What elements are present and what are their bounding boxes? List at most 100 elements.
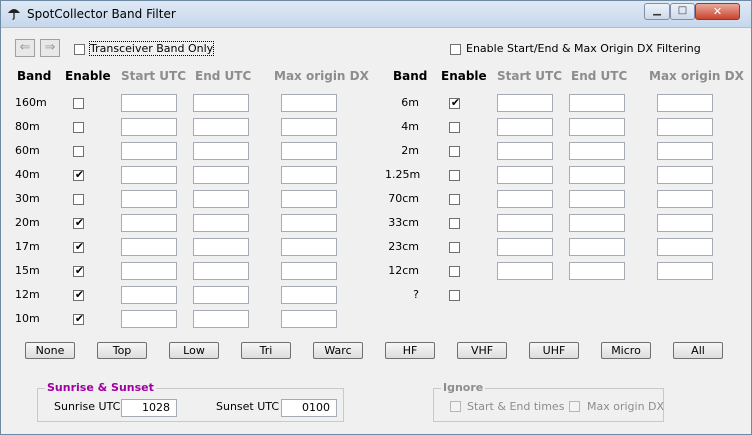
preset-button-micro[interactable]: Micro <box>601 342 651 359</box>
preset-button-all[interactable]: All <box>673 342 723 359</box>
band-enable-checkbox[interactable] <box>449 242 460 253</box>
ignore-start-end-checkbox[interactable] <box>450 401 461 412</box>
band-enable-checkbox[interactable] <box>449 266 460 277</box>
end-utc-input[interactable] <box>193 214 249 232</box>
band-enable-checkbox[interactable]: ✔ <box>73 168 84 181</box>
back-button[interactable]: ⇐ <box>15 39 35 57</box>
band-label: 4m <box>401 120 419 133</box>
start-utc-input[interactable] <box>497 142 553 160</box>
preset-button-hf[interactable]: HF <box>385 342 435 359</box>
max-origin-dx-input[interactable] <box>281 214 337 232</box>
transceiver-band-only-label[interactable]: Transceiver Band Only <box>88 41 215 56</box>
max-origin-dx-input[interactable] <box>281 190 337 208</box>
band-enable-checkbox[interactable] <box>449 218 460 229</box>
band-enable-checkbox[interactable] <box>449 194 460 205</box>
max-origin-dx-input[interactable] <box>657 94 713 112</box>
close-button[interactable]: ✕ <box>695 3 740 20</box>
band-enable-checkbox[interactable] <box>449 290 460 301</box>
end-utc-input[interactable] <box>569 262 625 280</box>
band-enable-checkbox[interactable] <box>73 194 84 205</box>
sunset-label: Sunset UTC <box>216 400 280 413</box>
band-enable-checkbox[interactable] <box>73 98 84 109</box>
band-enable-checkbox[interactable]: ✔ <box>73 288 84 301</box>
end-utc-input[interactable] <box>569 238 625 256</box>
start-utc-input[interactable] <box>497 214 553 232</box>
max-origin-dx-input[interactable] <box>657 262 713 280</box>
max-origin-dx-input[interactable] <box>281 166 337 184</box>
preset-button-low[interactable]: Low <box>169 342 219 359</box>
band-enable-checkbox[interactable] <box>449 170 460 181</box>
max-origin-dx-input[interactable] <box>281 286 337 304</box>
start-utc-input[interactable] <box>497 166 553 184</box>
end-utc-input[interactable] <box>569 118 625 136</box>
max-origin-dx-input[interactable] <box>657 142 713 160</box>
start-utc-input[interactable] <box>121 190 177 208</box>
minimize-button[interactable]: ▁ <box>644 3 670 20</box>
preset-button-vhf[interactable]: VHF <box>457 342 507 359</box>
enable-filtering-label[interactable]: Enable Start/End & Max Origin DX Filteri… <box>466 42 701 55</box>
band-enable-checkbox[interactable]: ✔ <box>73 264 84 277</box>
end-utc-input[interactable] <box>193 142 249 160</box>
band-enable-checkbox[interactable] <box>73 122 84 133</box>
ignore-max-origin-checkbox[interactable] <box>569 401 580 412</box>
forward-button[interactable]: ⇒ <box>40 39 60 57</box>
start-utc-input[interactable] <box>121 94 177 112</box>
end-utc-input[interactable] <box>193 166 249 184</box>
start-utc-input[interactable] <box>121 262 177 280</box>
end-utc-input[interactable] <box>569 166 625 184</box>
start-utc-input[interactable] <box>497 262 553 280</box>
band-enable-checkbox[interactable] <box>73 146 84 157</box>
preset-button-warc[interactable]: Warc <box>313 342 363 359</box>
band-enable-checkbox[interactable] <box>449 146 460 157</box>
maximize-icon: □ <box>677 5 688 16</box>
max-origin-dx-input[interactable] <box>281 118 337 136</box>
title-bar[interactable]: SpotCollector Band Filter ▁ □ ✕ <box>1 1 751 28</box>
start-utc-input[interactable] <box>121 286 177 304</box>
transceiver-band-only-checkbox[interactable] <box>74 44 85 55</box>
band-enable-checkbox[interactable] <box>449 122 460 133</box>
band-enable-checkbox[interactable]: ✔ <box>73 312 84 325</box>
start-utc-input[interactable] <box>121 118 177 136</box>
start-utc-input[interactable] <box>121 142 177 160</box>
end-utc-input[interactable] <box>569 94 625 112</box>
preset-button-uhf[interactable]: UHF <box>529 342 579 359</box>
end-utc-input[interactable] <box>569 190 625 208</box>
end-utc-input[interactable] <box>193 262 249 280</box>
sunset-utc-input[interactable]: 0100 <box>281 399 337 417</box>
start-utc-input[interactable] <box>121 214 177 232</box>
max-origin-dx-input[interactable] <box>657 214 713 232</box>
band-enable-checkbox[interactable]: ✔ <box>73 216 84 229</box>
end-utc-input[interactable] <box>193 238 249 256</box>
max-origin-dx-input[interactable] <box>281 94 337 112</box>
end-utc-input[interactable] <box>193 94 249 112</box>
start-utc-input[interactable] <box>121 166 177 184</box>
max-origin-dx-input[interactable] <box>281 142 337 160</box>
max-origin-dx-input[interactable] <box>281 262 337 280</box>
end-utc-input[interactable] <box>193 118 249 136</box>
max-origin-dx-input[interactable] <box>281 238 337 256</box>
band-enable-checkbox[interactable]: ✔ <box>449 96 460 109</box>
sunrise-utc-input[interactable]: 1028 <box>121 399 177 417</box>
preset-button-none[interactable]: None <box>25 342 75 359</box>
start-utc-input[interactable] <box>497 190 553 208</box>
max-origin-dx-input[interactable] <box>657 190 713 208</box>
start-utc-input[interactable] <box>497 94 553 112</box>
end-utc-input[interactable] <box>569 214 625 232</box>
end-utc-input[interactable] <box>193 310 249 328</box>
end-utc-input[interactable] <box>193 190 249 208</box>
band-enable-checkbox[interactable]: ✔ <box>73 240 84 253</box>
enable-filtering-checkbox[interactable] <box>450 44 461 55</box>
end-utc-input[interactable] <box>193 286 249 304</box>
start-utc-input[interactable] <box>121 310 177 328</box>
maximize-button[interactable]: □ <box>670 3 695 20</box>
preset-button-tri[interactable]: Tri <box>241 342 291 359</box>
start-utc-input[interactable] <box>497 118 553 136</box>
end-utc-input[interactable] <box>569 142 625 160</box>
preset-button-top[interactable]: Top <box>97 342 147 359</box>
max-origin-dx-input[interactable] <box>281 310 337 328</box>
max-origin-dx-input[interactable] <box>657 166 713 184</box>
start-utc-input[interactable] <box>121 238 177 256</box>
start-utc-input[interactable] <box>497 238 553 256</box>
max-origin-dx-input[interactable] <box>657 118 713 136</box>
max-origin-dx-input[interactable] <box>657 238 713 256</box>
